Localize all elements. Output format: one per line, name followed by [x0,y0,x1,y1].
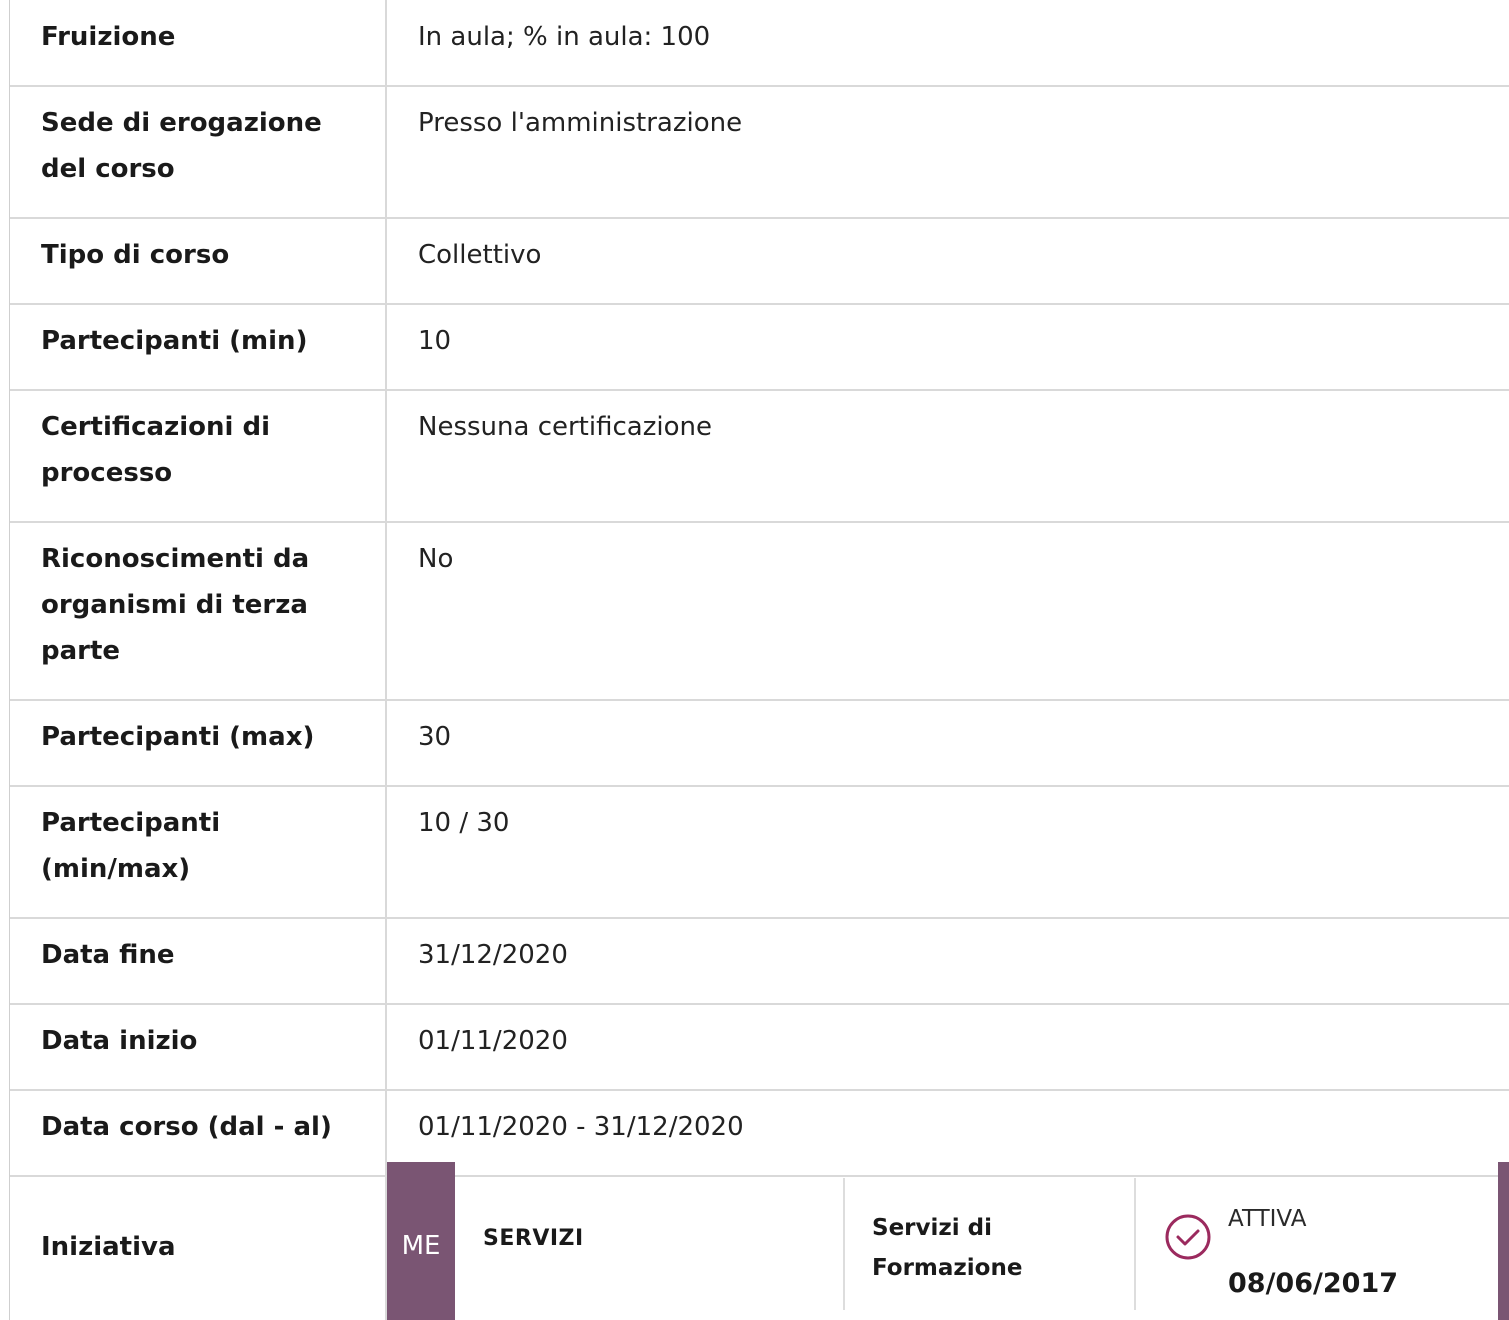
detail-row-partecipanti-max: Partecipanti (max) 30 [10,700,1509,787]
detail-label: Partecipanti (min) [10,304,387,391]
detail-value: Nessuna certificazione [386,390,1509,523]
initiative-area: Servizi di Formazione [872,1215,1023,1281]
initiative-date: 08/06/2017 [1228,1268,1399,1299]
initiative-separator [1134,1178,1136,1310]
course-details-page: Fruizione In aula; % in aula: 100 Sede d… [0,0,1509,1320]
detail-row-fruizione: Fruizione In aula; % in aula: 100 [10,0,1509,87]
iniziativa-label: Iniziativa [41,1232,176,1262]
detail-label: Data inizio [10,1004,387,1091]
detail-row-certificazioni: Certificazioni di processo Nessuna certi… [10,390,1509,523]
detail-value: Presso l'amministrazione [386,86,1509,219]
initiative-separator [843,1178,845,1310]
detail-label: Partecipanti (max) [10,700,387,787]
accent-bar [1498,1162,1509,1320]
detail-label: Data fine [10,918,387,1005]
detail-value: 10 [386,304,1509,391]
detail-label: Fruizione [10,0,387,87]
detail-row-riconoscimenti: Riconoscimenti da organismi di terza par… [10,522,1509,701]
course-details-table: Fruizione In aula; % in aula: 100 Sede d… [10,0,1509,1177]
detail-label: Sede di erogazione del corso [10,86,387,219]
detail-row-partecipanti-min-max: Partecipanti (min/max) 10 / 30 [10,786,1509,919]
detail-row-partecipanti-min: Partecipanti (min) 10 [10,304,1509,391]
initiative-badge-text: ME [401,1231,441,1261]
detail-label: Riconoscimenti da organismi di terza par… [10,522,387,701]
detail-row-sede: Sede di erogazione del corso Presso l'am… [10,86,1509,219]
initiative-category-link[interactable]: SERVIZI [483,1226,584,1251]
detail-label: Certificazioni di processo [10,390,387,523]
detail-value: No [386,522,1509,701]
detail-row-data-fine: Data fine 31/12/2020 [10,918,1509,1005]
detail-value: 30 [386,700,1509,787]
detail-value: Collettivo [386,218,1509,305]
check-circle-icon [1165,1214,1211,1260]
initiative-status: ATTIVA [1228,1206,1307,1232]
detail-label: Tipo di corso [10,218,387,305]
initiative-badge: ME [387,1162,455,1320]
detail-value: 10 / 30 [386,786,1509,919]
detail-value: In aula; % in aula: 100 [386,0,1509,87]
iniziativa-row: Iniziativa ME SERVIZI Servizi di Formazi… [10,1162,1509,1320]
detail-row-tipo-corso: Tipo di corso Collettivo [10,218,1509,305]
detail-row-data-inizio: Data inizio 01/11/2020 [10,1004,1509,1091]
detail-label: Partecipanti (min/max) [10,786,387,919]
detail-value: 01/11/2020 [386,1004,1509,1091]
detail-value: 31/12/2020 [386,918,1509,1005]
